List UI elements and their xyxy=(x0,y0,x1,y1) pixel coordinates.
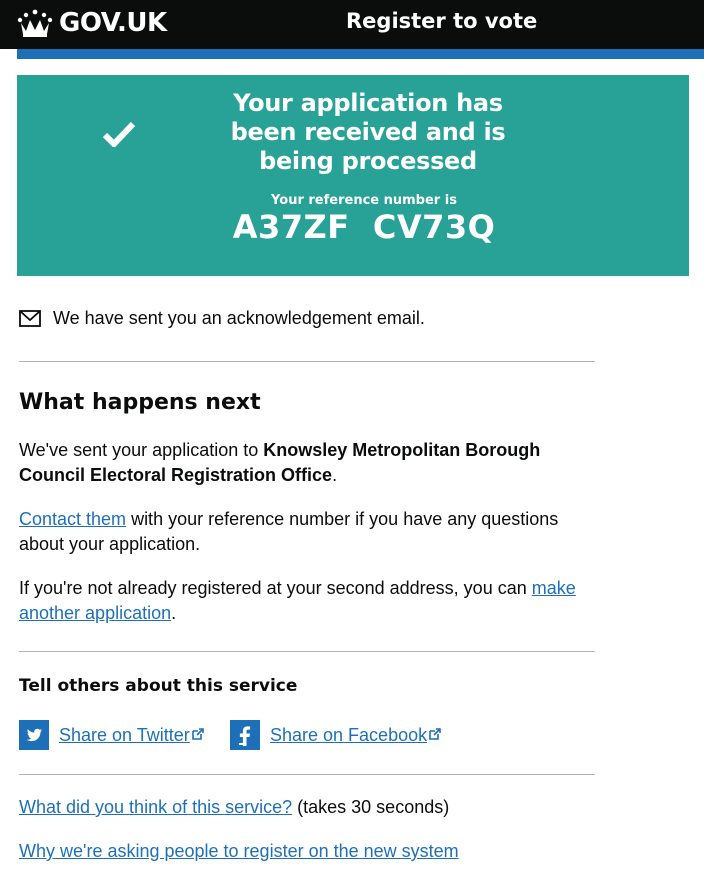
share-facebook-link[interactable]: Share on Facebook xyxy=(270,725,441,746)
header-accent-bar xyxy=(17,49,704,59)
why-paragraph: Why we're asking people to register on t… xyxy=(19,841,459,862)
site-header: GOV.UK Register to vote xyxy=(0,0,704,49)
contact-them-link[interactable]: Contact them xyxy=(19,509,126,529)
confirmation-panel: Your application has been received and i… xyxy=(17,75,689,276)
confirmation-title: Your application has been received and i… xyxy=(230,89,506,175)
share-twitter-label: Share on Twitter xyxy=(59,724,190,745)
second-address-prefix: If you're not already registered at your… xyxy=(19,578,532,598)
sent-to-paragraph: We've sent your application to Knowsley … xyxy=(19,438,589,488)
share-facebook-label: Share on Facebook xyxy=(270,724,428,745)
section-divider xyxy=(19,651,595,652)
facebook-icon xyxy=(230,720,260,750)
sent-prefix: We've sent your application to xyxy=(19,440,264,460)
share-facebook[interactable]: Share on Facebook xyxy=(230,720,441,750)
email-notice-text: We have sent you an acknowledgement emai… xyxy=(53,308,425,328)
sent-suffix: . xyxy=(332,465,338,485)
feedback-note: (takes 30 seconds) xyxy=(292,797,450,817)
govuk-logo-link[interactable]: GOV.UK xyxy=(17,7,167,39)
share-heading: Tell others about this service xyxy=(19,676,298,696)
contact-paragraph: Contact them with your reference number … xyxy=(19,507,589,557)
share-twitter[interactable]: Share on Twitter xyxy=(19,720,204,750)
next-steps-heading: What happens next xyxy=(19,390,261,415)
mail-icon xyxy=(19,310,41,327)
external-link-icon xyxy=(191,727,204,740)
feedback-link[interactable]: What did you think of this service? xyxy=(19,797,292,817)
reference-number: A37ZF CV73Q xyxy=(232,208,496,246)
logo-text: GOV.UK xyxy=(59,8,167,38)
share-twitter-link[interactable]: Share on Twitter xyxy=(59,725,204,746)
section-divider xyxy=(19,361,595,362)
twitter-icon xyxy=(19,720,49,750)
external-link-icon xyxy=(429,727,441,740)
why-register-link[interactable]: Why we're asking people to register on t… xyxy=(19,841,459,861)
tick-icon xyxy=(103,121,135,147)
second-address-paragraph: If you're not already registered at your… xyxy=(19,576,589,626)
second-address-suffix: . xyxy=(171,603,177,623)
email-notice: We have sent you an acknowledgement emai… xyxy=(19,308,425,329)
reference-label: Your reference number is xyxy=(271,193,457,208)
section-divider xyxy=(19,774,595,775)
crown-icon xyxy=(17,9,53,37)
service-name-link[interactable]: Register to vote xyxy=(346,9,537,33)
feedback-paragraph: What did you think of this service? (tak… xyxy=(19,797,449,818)
